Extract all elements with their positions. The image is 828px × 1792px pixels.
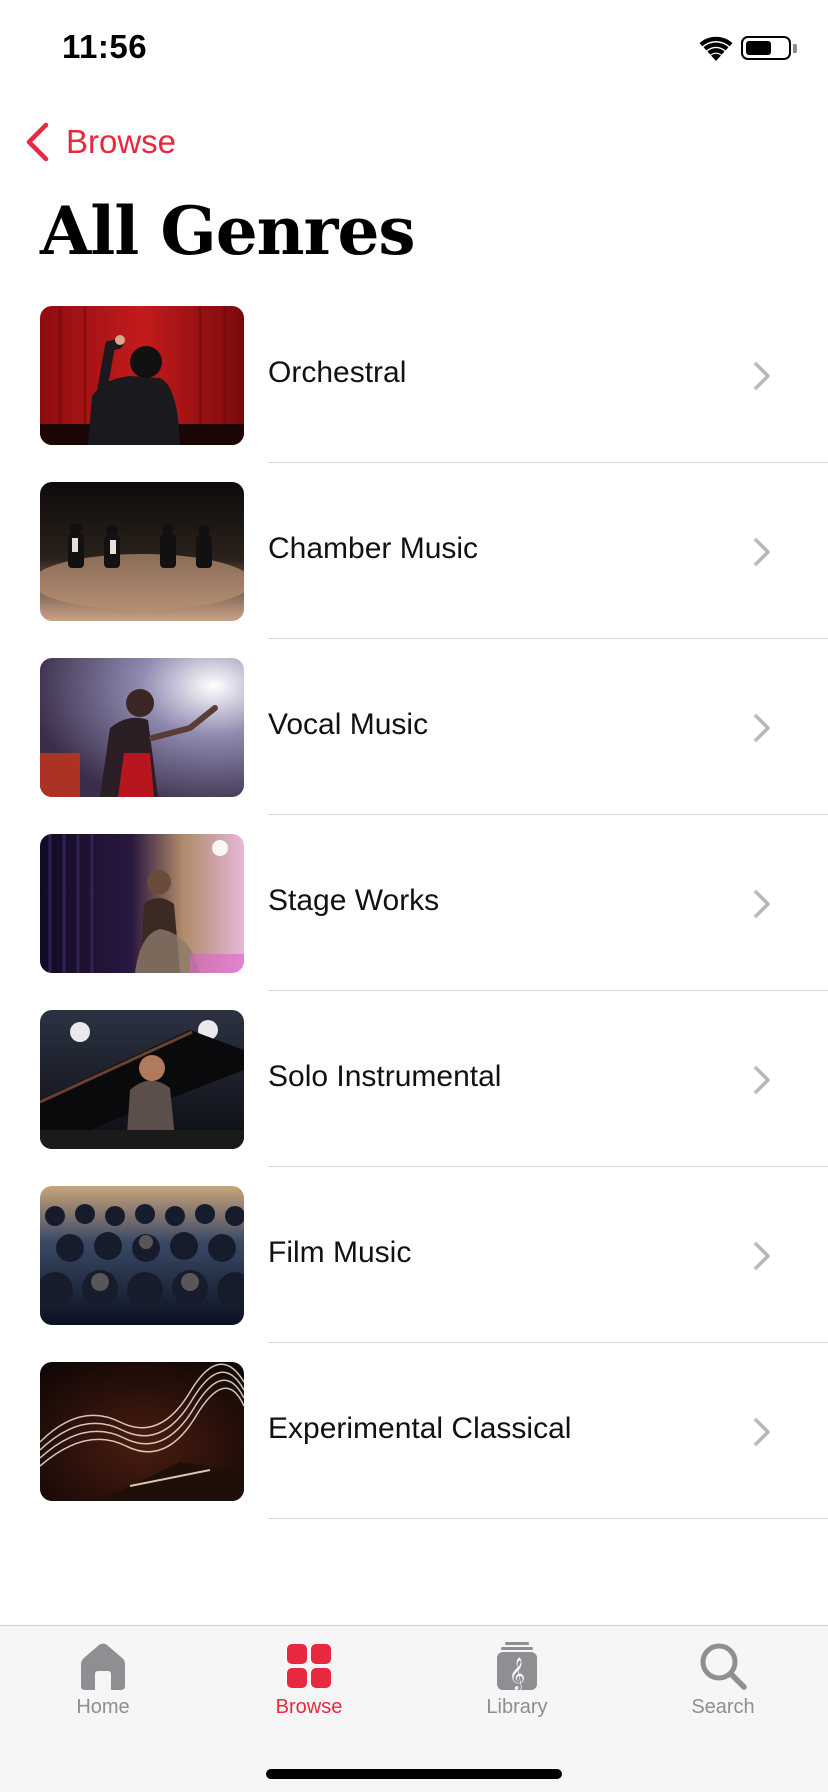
genre-label: Chamber Music: [268, 532, 479, 565]
genre-label: Solo Instrumental: [268, 1060, 502, 1093]
genre-label: Film Music: [268, 1236, 412, 1269]
battery-cap: [793, 44, 797, 53]
tab-label: Search: [691, 1696, 755, 1718]
search-icon: [700, 1643, 747, 1690]
row-separator: [268, 1342, 828, 1343]
genre-row-experimental-classical[interactable]: Experimental Classical: [0, 1362, 828, 1538]
chevron-right-icon: [754, 538, 770, 566]
battery-icon: [741, 36, 791, 60]
tab-label: Browse: [275, 1696, 343, 1718]
page-title: All Genres: [40, 192, 416, 270]
back-button[interactable]: Browse: [24, 118, 176, 166]
row-separator: [268, 638, 828, 639]
genre-label: Orchestral: [268, 356, 407, 389]
row-separator: [268, 1166, 828, 1167]
home-icon: [81, 1643, 125, 1690]
genre-label: Experimental Classical: [268, 1412, 572, 1445]
tab-bar: Home Browse 𝄞 Library Search: [0, 1625, 828, 1792]
tab-browse[interactable]: Browse: [234, 1640, 384, 1740]
genre-thumbnail: [40, 658, 244, 797]
row-separator: [268, 462, 828, 463]
row-separator: [268, 1518, 828, 1519]
genre-row-solo-instrumental[interactable]: Solo Instrumental: [0, 1010, 828, 1186]
chevron-right-icon: [754, 714, 770, 742]
genre-row-chamber-music[interactable]: Chamber Music: [0, 482, 828, 658]
grid-icon: [287, 1644, 331, 1688]
svg-text:𝄞: 𝄞: [509, 1657, 526, 1691]
genre-row-orchestral[interactable]: Orchestral: [0, 306, 828, 482]
status-bar: 11:56: [0, 0, 828, 100]
tab-home[interactable]: Home: [28, 1640, 178, 1740]
library-icon: 𝄞: [497, 1642, 537, 1691]
chevron-right-icon: [754, 1418, 770, 1446]
genre-row-stage-works[interactable]: Stage Works: [0, 834, 828, 1010]
tab-search[interactable]: Search: [648, 1640, 798, 1740]
wifi-icon: [699, 36, 733, 61]
status-time: 11:56: [62, 28, 148, 65]
chevron-right-icon: [754, 1242, 770, 1270]
tab-library[interactable]: 𝄞 Library: [442, 1640, 592, 1740]
genre-row-vocal-music[interactable]: Vocal Music: [0, 658, 828, 834]
chevron-left-icon: [26, 122, 49, 162]
genre-thumbnail: [40, 306, 244, 445]
genre-thumbnail: [40, 1186, 244, 1325]
genre-list: Orchestral Chamber Music Vocal Music Sta…: [0, 306, 828, 1538]
row-separator: [268, 990, 828, 991]
chevron-right-icon: [754, 362, 770, 390]
row-separator: [268, 814, 828, 815]
genre-thumbnail: [40, 1362, 244, 1501]
tab-label: Library: [486, 1696, 548, 1718]
tab-label: Home: [76, 1696, 130, 1718]
genre-thumbnail: [40, 834, 244, 973]
genre-label: Stage Works: [268, 884, 440, 917]
back-label: Browse: [66, 123, 177, 160]
genre-row-film-music[interactable]: Film Music: [0, 1186, 828, 1362]
home-indicator: [266, 1769, 562, 1779]
genre-thumbnail: [40, 482, 244, 621]
genre-thumbnail: [40, 1010, 244, 1149]
chevron-right-icon: [754, 1066, 770, 1094]
chevron-right-icon: [754, 890, 770, 918]
genre-label: Vocal Music: [268, 708, 429, 741]
